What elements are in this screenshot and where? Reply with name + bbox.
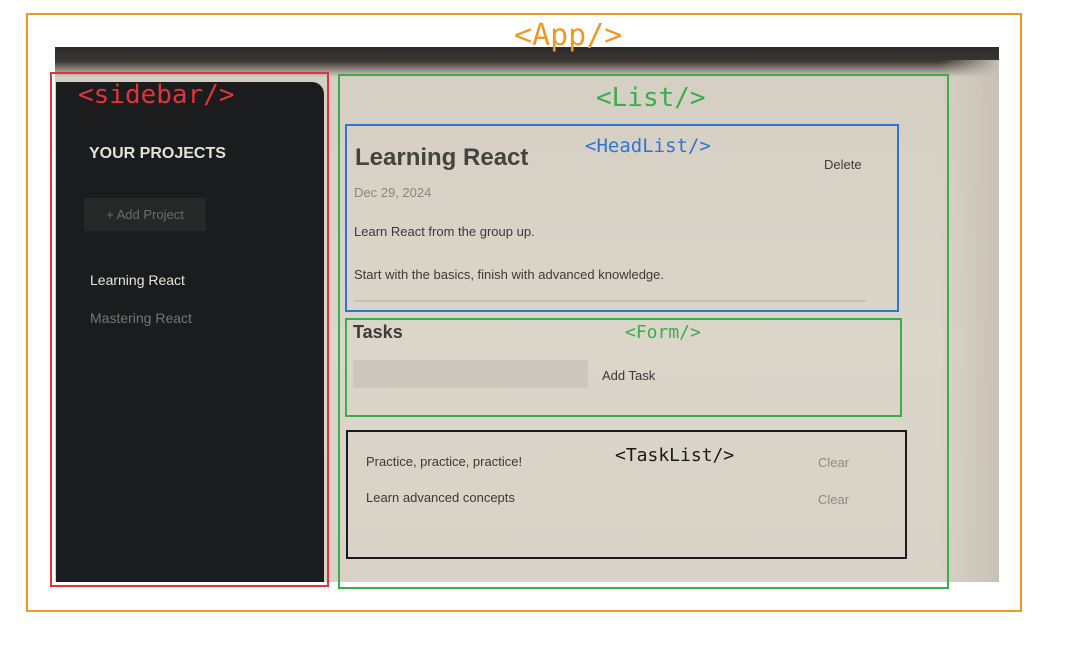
headlist-annotation-label: <HeadList/>: [585, 135, 711, 157]
sidebar-annotation-box: [50, 72, 329, 587]
tasklist-annotation-label: <TaskList/>: [615, 445, 735, 466]
sidebar-annotation-label: <sidebar/>: [78, 80, 235, 110]
list-annotation-label: <List/>: [596, 83, 706, 113]
form-annotation-label: <Form/>: [625, 322, 701, 343]
form-annotation-box: [345, 318, 902, 417]
app-annotation-label: <App/>: [514, 18, 623, 53]
